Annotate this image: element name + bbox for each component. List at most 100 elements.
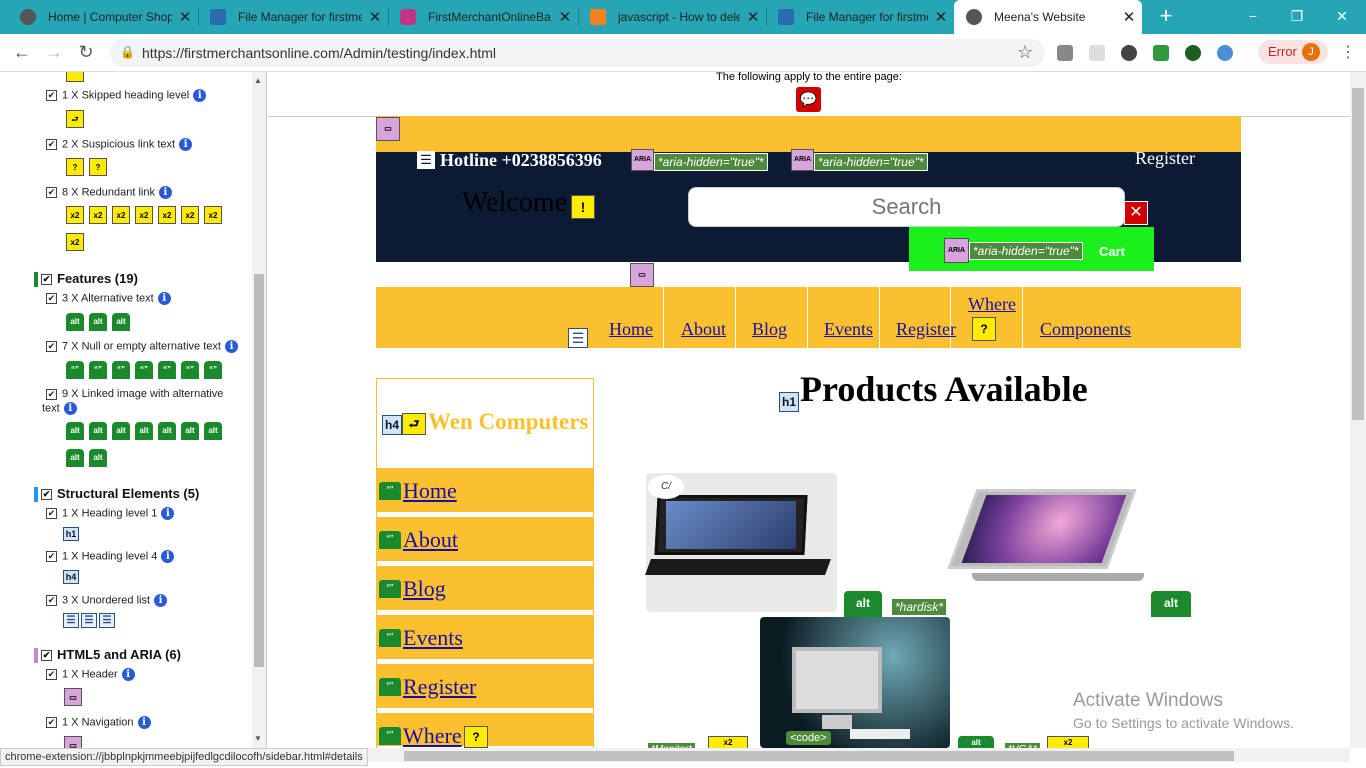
checkbox-icon[interactable]: ✔ — [46, 293, 57, 304]
redundant-link-icon[interactable]: x2 — [66, 233, 84, 251]
info-icon[interactable]: i — [161, 507, 175, 520]
tab-meenas-website[interactable]: Meena's Website ✕ — [954, 0, 1142, 34]
checkbox-icon[interactable]: ✔ — [46, 551, 57, 562]
nav-home[interactable]: Home — [609, 319, 653, 340]
null-alt-icon[interactable]: “” — [379, 531, 401, 549]
info-icon[interactable]: i — [157, 292, 171, 305]
header-region-icon[interactable]: ▭ — [376, 117, 400, 141]
redundant-link-icon[interactable]: x2 — [112, 206, 130, 224]
alt-icon[interactable]: alt — [1151, 591, 1191, 617]
info-icon[interactable]: i — [179, 138, 193, 151]
list-icon[interactable]: ☰ — [417, 151, 435, 169]
redundant-link-icon[interactable]: x2 — [89, 206, 107, 224]
error-icon[interactable] — [66, 72, 84, 82]
cart-label[interactable]: Cart — [1099, 244, 1125, 259]
linked-alt-icon[interactable]: alt — [89, 449, 107, 467]
url-text[interactable]: https://firstmerchantsonline.com/Admin/t… — [142, 45, 496, 61]
horizontal-scroll-thumb[interactable] — [404, 751, 1234, 761]
redundant-link-icon[interactable]: x2 — [181, 206, 199, 224]
h4-icon[interactable]: h4 — [382, 415, 402, 435]
null-alt-icon[interactable]: “” — [379, 482, 401, 500]
extension-icon[interactable] — [1089, 45, 1105, 61]
info-icon[interactable]: i — [121, 668, 135, 681]
linked-alt-icon[interactable]: alt — [66, 422, 84, 440]
suspicious-link-icon[interactable]: ? — [464, 726, 488, 748]
alt-icon[interactable]: alt — [844, 591, 882, 617]
null-alt-icon[interactable]: “” — [89, 361, 107, 379]
checkbox-icon[interactable]: ✔ — [46, 508, 57, 519]
list-icon[interactable]: ☰ — [99, 613, 115, 628]
avatar[interactable]: J — [1302, 43, 1320, 61]
info-icon[interactable]: i — [158, 186, 172, 199]
close-tab-icon[interactable]: ✕ — [928, 8, 954, 26]
linked-alt-icon[interactable]: alt — [181, 422, 199, 440]
checkbox-icon[interactable]: ✔ — [41, 489, 52, 501]
nav-components[interactable]: Components — [1040, 319, 1131, 340]
error-icon[interactable]: ✕ — [1124, 201, 1148, 225]
checkbox-icon[interactable]: ✔ — [41, 274, 52, 286]
scroll-up-icon[interactable]: ▲ — [254, 76, 262, 85]
null-alt-icon[interactable]: “” — [112, 361, 130, 379]
nav-events[interactable]: Events — [824, 319, 873, 340]
register-link[interactable]: Register — [1135, 148, 1195, 169]
null-alt-icon[interactable]: “” — [379, 727, 401, 745]
aria-icon[interactable]: ARIA — [791, 149, 814, 171]
menu-icon[interactable]: ⋮ — [1340, 42, 1356, 62]
left-nav-about[interactable]: “” About — [377, 517, 593, 563]
null-alt-icon[interactable]: “” — [379, 629, 401, 647]
alt-icon[interactable]: alt — [112, 313, 130, 331]
checkbox-icon[interactable]: ✔ — [46, 388, 57, 400]
minimize-button[interactable]: − — [1233, 4, 1273, 28]
aria-icon[interactable]: ARIA — [631, 149, 654, 171]
product-image-macbook[interactable] — [947, 485, 1144, 595]
left-nav-home[interactable]: “” Home — [377, 468, 593, 514]
redundant-link-icon[interactable]: x2 — [158, 206, 176, 224]
info-icon[interactable]: i — [63, 402, 77, 415]
checkbox-icon[interactable]: ✔ — [46, 90, 57, 101]
navigation-icon[interactable]: ▭ — [64, 736, 82, 748]
nav-about[interactable]: About — [681, 319, 726, 340]
tab-file-manager-1[interactable]: File Manager for firstme ✕ — [198, 0, 388, 34]
scroll-down-icon[interactable]: ▼ — [254, 734, 262, 743]
back-icon[interactable]: ← — [10, 41, 34, 63]
tab-home-computer-shop[interactable]: Home | Computer Shop ✕ — [8, 0, 198, 34]
page-scroll-thumb[interactable] — [1352, 88, 1364, 420]
linked-alt-icon[interactable]: alt — [135, 422, 153, 440]
checkbox-icon[interactable]: ✔ — [46, 595, 57, 606]
linked-alt-icon[interactable]: alt — [89, 422, 107, 440]
checkbox-icon[interactable]: ✔ — [41, 650, 52, 662]
left-nav-events[interactable]: “” Events — [377, 615, 593, 661]
close-tab-icon[interactable]: ✕ — [362, 8, 388, 26]
null-alt-icon[interactable]: “” — [379, 678, 401, 696]
wave-extension-icon[interactable] — [1185, 45, 1201, 61]
null-alt-icon[interactable]: “” — [204, 361, 222, 379]
left-nav-blog[interactable]: “” Blog — [377, 566, 593, 612]
h1-icon[interactable]: h1 — [779, 392, 799, 412]
linked-alt-icon[interactable]: alt — [204, 422, 222, 440]
infinity-extension-icon[interactable] — [1057, 45, 1073, 61]
reload-icon[interactable]: ↻ — [74, 41, 98, 63]
close-window-button[interactable]: ✕ — [1322, 4, 1362, 28]
avg-extension-icon[interactable] — [1153, 45, 1169, 61]
left-nav-register[interactable]: “” Register — [377, 664, 593, 710]
h4-icon[interactable]: h4 — [63, 570, 79, 584]
redundant-link-icon[interactable]: x2 — [66, 206, 84, 224]
nav-blog[interactable]: Blog — [752, 319, 787, 340]
extension-icon[interactable] — [1121, 45, 1137, 61]
header-icon[interactable]: ▭ — [64, 688, 82, 706]
h1-icon[interactable]: h1 — [63, 527, 79, 541]
null-alt-icon[interactable]: “” — [135, 361, 153, 379]
redundant-link-icon[interactable]: x2 — [204, 206, 222, 224]
aria-icon[interactable]: ARIA — [944, 238, 969, 263]
null-alt-icon[interactable]: “” — [181, 361, 199, 379]
checkbox-icon[interactable]: ✔ — [46, 341, 57, 352]
skipped-heading-icon[interactable]: ⮐ — [402, 413, 426, 435]
list-icon[interactable]: ☰ — [81, 613, 97, 628]
speech-bubble-icon[interactable]: 💬 — [796, 87, 821, 112]
bookmark-star-icon[interactable]: ☆ — [1017, 42, 1033, 63]
new-tab-button[interactable]: + — [1154, 4, 1178, 28]
tab-instagram[interactable]: FirstMerchantOnlineBa ✕ — [388, 0, 578, 34]
maximize-button[interactable]: ❐ — [1277, 4, 1317, 28]
suspicious-link-icon[interactable]: ? — [972, 317, 996, 341]
list-icon[interactable]: ☰ — [568, 328, 588, 348]
